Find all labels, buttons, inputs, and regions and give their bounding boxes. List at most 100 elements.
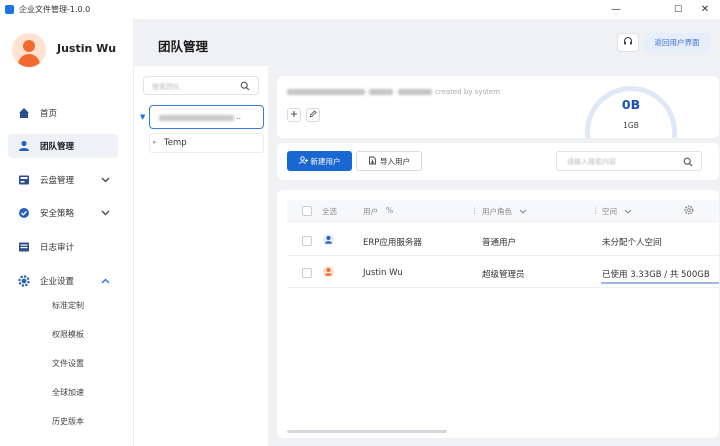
user-icon [18, 140, 30, 152]
back-to-user-view-button[interactable]: 返回用户界面 [644, 33, 710, 52]
search-icon[interactable] [683, 157, 693, 170]
minimize-button[interactable]: — [601, 0, 631, 19]
team-search-placeholder: 搜索团队 [152, 83, 180, 91]
app-icon [5, 5, 14, 14]
caret-down-icon[interactable]: ▼ [140, 113, 145, 121]
title-bar: 企业文件管理-1.0.0 — ☐ ✕ [0, 0, 720, 19]
user-orange-icon [323, 266, 334, 277]
row-user-space: 未分配个人空间 [602, 238, 662, 248]
team-info-card: created by system 0B 1GB [277, 76, 719, 138]
nav-item-label: 企业设置 [40, 277, 75, 287]
space-filter-chevron-icon[interactable] [624, 207, 632, 216]
gear-icon [18, 275, 30, 287]
nav-item-label: 安全策略 [40, 209, 75, 219]
row-user-role: 超级管理员 [482, 270, 525, 280]
nav-item-team-management[interactable]: 团队管理 [8, 134, 118, 158]
storage-total-value: 1GB [623, 121, 639, 130]
user-blue-icon [323, 234, 334, 245]
nav-item-home[interactable]: 首页 [8, 101, 118, 125]
nav-item-cloud-disk[interactable]: 云盘管理 [8, 168, 118, 192]
users-table: 全选 用户 % ⋮ 用户角色 ⋮ 空间 ERP应用服务器 普通用户 未分配个人空… [277, 190, 719, 438]
home-icon [18, 107, 30, 119]
space-usage-fill [601, 282, 719, 284]
tree-node-selected[interactable]: .. [149, 105, 264, 129]
row-user-space: 已使用 3.33GB / 共 500GB [602, 270, 710, 280]
add-subteam-button[interactable] [287, 108, 301, 122]
support-button[interactable] [617, 33, 639, 52]
chevron-down-icon[interactable] [101, 209, 110, 218]
sidebar: Justin Wu 首页 团队管理 云盘管理 安全策略 日志审计 企业设置 标准… [0, 19, 134, 446]
redacted-text [398, 89, 432, 95]
user-search-input[interactable]: 请输入搜索内容 [556, 151, 702, 171]
cloud-disk-icon [18, 174, 30, 186]
window-title: 企业文件管理-1.0.0 [19, 5, 91, 14]
space-usage-bar [601, 282, 719, 284]
nav-item-label: 云盘管理 [40, 176, 75, 186]
avatar[interactable] [12, 33, 46, 67]
maximize-button[interactable]: ☐ [663, 0, 693, 19]
search-icon[interactable] [240, 81, 250, 94]
headset-icon [623, 36, 633, 49]
nav-item-security-policy[interactable]: 安全策略 [8, 201, 118, 225]
tree-node-ellipsis: .. [236, 112, 242, 121]
redacted-text [369, 89, 393, 95]
column-drag-handle-icon[interactable]: ⋮ [471, 206, 479, 215]
nav-item-label: 团队管理 [40, 142, 75, 152]
table-header: 全选 用户 % ⋮ 用户角色 ⋮ 空间 [287, 200, 719, 222]
select-all-checkbox[interactable] [302, 206, 312, 216]
actions-bar: 新建用户 导入用户 请输入搜索内容 [277, 143, 719, 180]
pencil-icon [309, 109, 317, 121]
team-search-input[interactable]: 搜索团队 [143, 76, 259, 95]
shield-icon [18, 207, 30, 219]
import-user-button[interactable]: 导入用户 [356, 151, 422, 171]
plus-icon [290, 110, 298, 121]
row-user-name: ERP应用服务器 [363, 238, 422, 248]
sub-item-file-settings[interactable]: 文件设置 [52, 358, 84, 369]
import-user-label: 导入用户 [380, 156, 410, 166]
close-button[interactable]: ✕ [690, 0, 720, 19]
select-all-label[interactable]: 全选 [322, 206, 337, 217]
column-drag-handle-icon[interactable]: ⋮ [592, 206, 600, 215]
table-row[interactable]: Justin Wu 超级管理员 已使用 3.33GB / 共 500GB [287, 258, 719, 288]
row-checkbox[interactable] [302, 236, 312, 246]
chevron-up-icon[interactable] [101, 277, 110, 286]
nav-item-log-audit[interactable]: 日志审计 [8, 235, 118, 259]
row-checkbox[interactable] [302, 268, 312, 278]
storage-used-value: 0B [621, 97, 641, 112]
sub-item-global-acceleration[interactable]: 全球加速 [52, 387, 84, 398]
created-by-label: created by system [435, 88, 501, 96]
table-row[interactable]: ERP应用服务器 普通用户 未分配个人空间 [287, 226, 719, 256]
log-icon [18, 241, 30, 253]
role-filter-chevron-icon[interactable] [519, 207, 527, 216]
tree-node-temp[interactable]: ▸ Temp [149, 133, 264, 153]
column-user[interactable]: 用户 [363, 206, 378, 217]
team-tree-panel: 搜索团队 ▼ .. ▸ Temp [134, 66, 268, 446]
column-space[interactable]: 空间 [602, 206, 617, 217]
edit-team-button[interactable] [306, 108, 320, 122]
sub-item-history-versions[interactable]: 历史版本 [52, 416, 84, 427]
redacted-team-name [159, 115, 234, 121]
sub-item-standard-customization[interactable]: 标准定制 [52, 300, 84, 311]
add-user-icon [298, 155, 308, 167]
username: Justin Wu [57, 42, 117, 55]
user-search-placeholder: 请输入搜索内容 [567, 158, 616, 166]
redacted-team-name [287, 89, 365, 95]
new-user-button[interactable]: 新建用户 [287, 151, 352, 171]
page-title: 团队管理 [158, 39, 209, 54]
user-sort-icon[interactable]: % [386, 206, 393, 215]
row-user-name: Justin Wu [363, 268, 403, 278]
tree-node-label: Temp [164, 138, 187, 148]
sub-item-permission-templates[interactable]: 权限模板 [52, 329, 84, 340]
caret-right-icon[interactable]: ▸ [153, 138, 157, 146]
import-icon [368, 156, 377, 167]
storage-gauge [585, 86, 677, 138]
new-user-label: 新建用户 [310, 156, 341, 166]
column-settings-gear-icon[interactable] [684, 205, 694, 217]
horizontal-scrollbar[interactable] [287, 430, 447, 433]
nav-item-label: 首页 [40, 109, 58, 119]
nav-item-enterprise-settings[interactable]: 企业设置 [8, 269, 118, 293]
row-user-role: 普通用户 [482, 238, 517, 248]
chevron-down-icon[interactable] [101, 176, 110, 185]
column-role[interactable]: 用户角色 [482, 206, 512, 217]
nav-item-label: 日志审计 [40, 243, 75, 253]
